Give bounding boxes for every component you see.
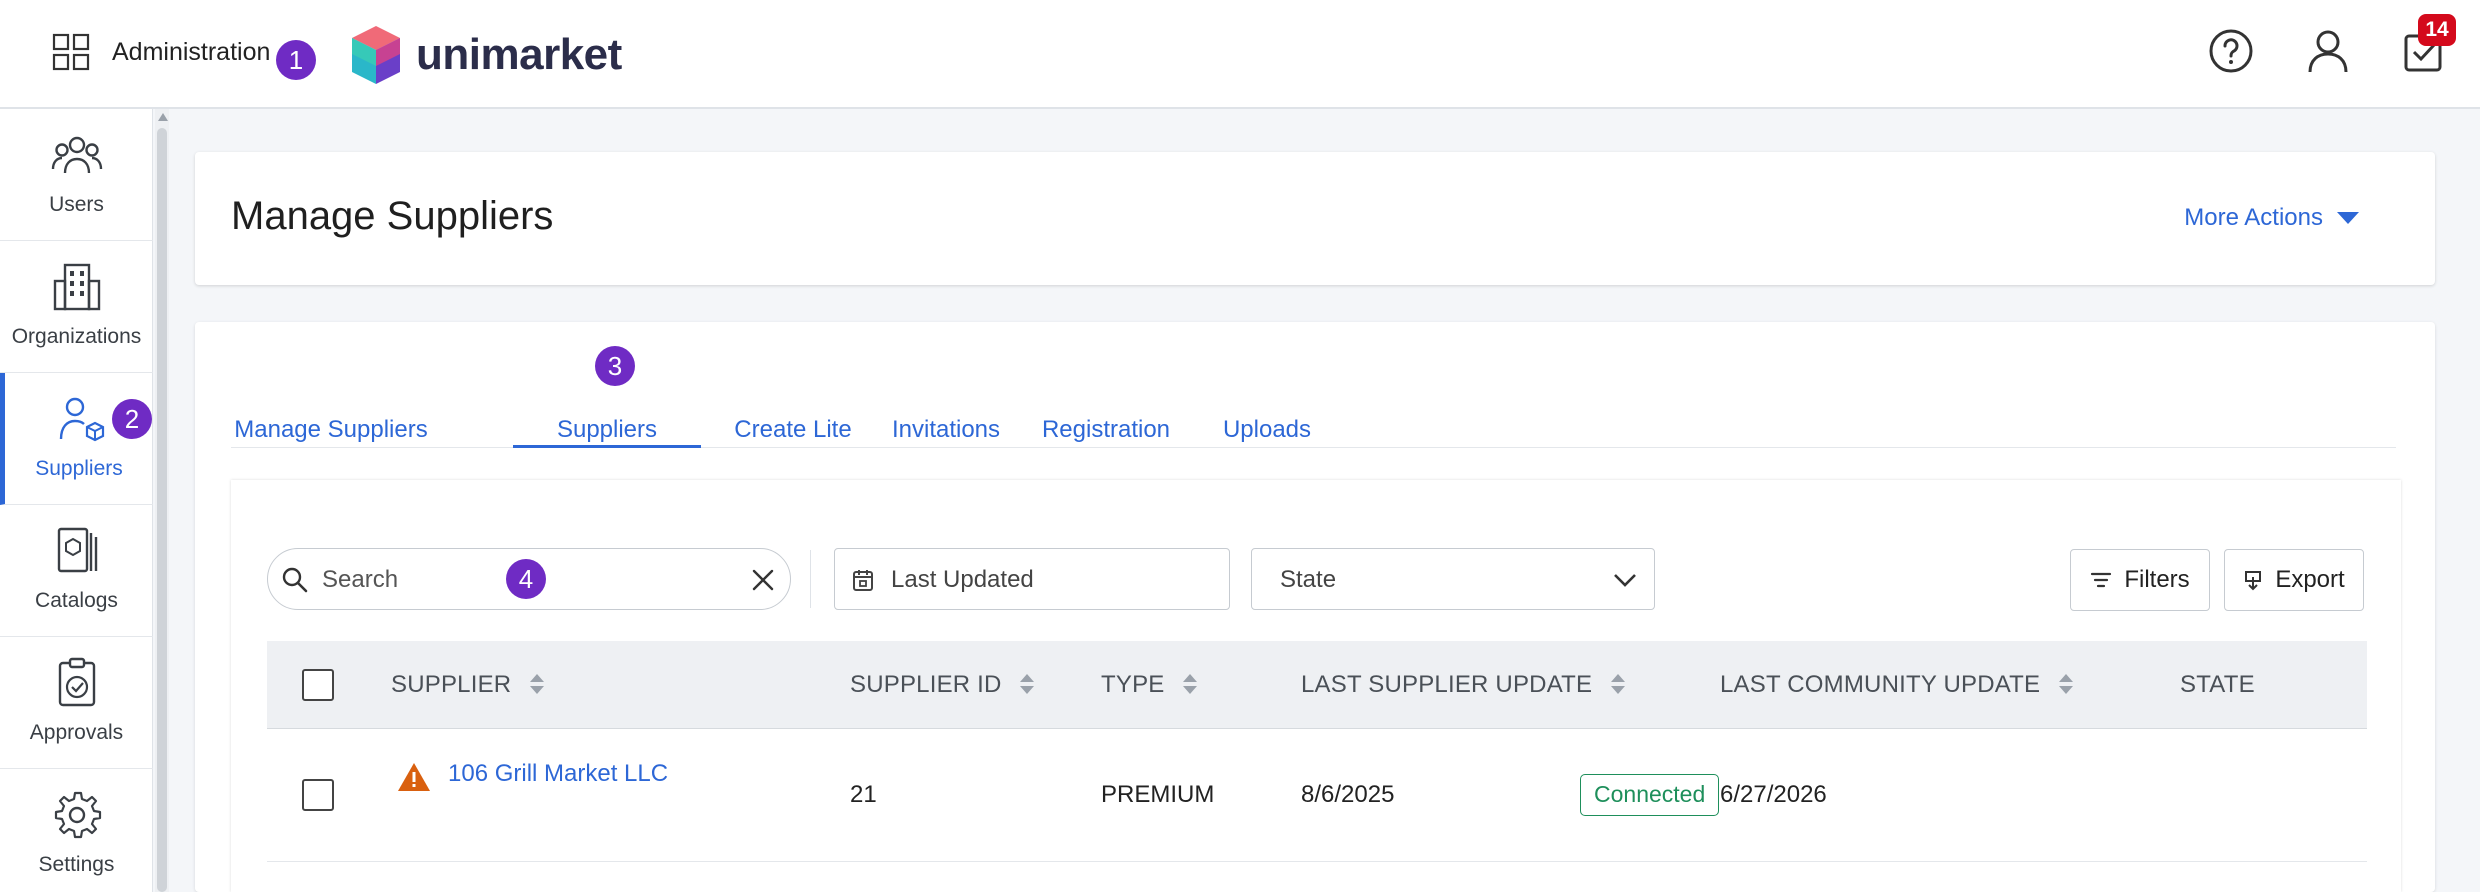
- caret-down-icon: [2337, 212, 2359, 224]
- building-icon: [53, 263, 100, 311]
- more-actions-label: More Actions: [2184, 204, 2323, 231]
- state-select[interactable]: State: [1251, 548, 1655, 610]
- step-badge-3: 3: [595, 346, 635, 386]
- sidebar-item-label: Catalogs: [35, 589, 118, 612]
- unimarket-logo[interactable]: unimarket: [350, 24, 622, 86]
- scroll-up-arrow-icon[interactable]: [158, 113, 168, 121]
- sidebar-item-label: Users: [49, 193, 104, 216]
- type-cell: PREMIUM: [1101, 781, 1215, 808]
- step-badge-4: 4: [506, 559, 546, 599]
- gear-icon: [54, 791, 101, 839]
- sort-icon: [1611, 673, 1626, 694]
- sort-icon: [1183, 673, 1198, 694]
- export-icon: [2245, 571, 2262, 591]
- sort-icon: [530, 673, 545, 694]
- filters-button[interactable]: Filters: [2070, 549, 2210, 611]
- sidebar-item-label: Approvals: [29, 721, 124, 744]
- filters-button-label: Filters: [2124, 566, 2190, 593]
- administration-link[interactable]: Administration: [112, 38, 270, 67]
- date-filter-label: Last Updated: [891, 566, 1034, 593]
- apps-grid-icon[interactable]: [52, 33, 90, 71]
- more-actions-dropdown[interactable]: More Actions: [2184, 204, 2359, 232]
- tab-invitations[interactable]: Invitations: [886, 382, 1006, 448]
- sidebar: Users Organizations Suppliers Catalogs A…: [0, 109, 153, 892]
- column-header-label: SUPPLIER ID: [850, 671, 1002, 698]
- column-header-label: LAST SUPPLIER UPDATE: [1301, 671, 1593, 698]
- catalog-icon: [57, 527, 97, 573]
- sidebar-item-organizations[interactable]: Organizations: [0, 241, 153, 373]
- divider: [810, 550, 811, 608]
- state-select-label: State: [1280, 566, 1337, 593]
- step-badge-2: 2: [112, 399, 152, 439]
- sort-icon: [1020, 673, 1035, 694]
- supplier-name-link[interactable]: 106 Grill Market LLC: [448, 760, 668, 788]
- sidebar-item-catalogs[interactable]: Catalogs: [0, 505, 153, 637]
- tab-suppliers[interactable]: Suppliers: [513, 382, 701, 448]
- export-button-label: Export: [2275, 566, 2345, 593]
- last-supplier-update-cell: 8/6/2025: [1301, 781, 1395, 808]
- tab-create-lite[interactable]: Create Lite: [733, 382, 853, 448]
- export-button[interactable]: Export: [2224, 549, 2364, 611]
- sidebar-item-settings[interactable]: Settings: [0, 769, 153, 892]
- scrollbar-thumb[interactable]: [157, 128, 167, 892]
- help-icon[interactable]: [2206, 26, 2256, 76]
- column-header-label: SUPPLIER: [391, 671, 512, 698]
- logo-text: unimarket: [416, 30, 622, 79]
- tab-uploads[interactable]: Uploads: [1217, 382, 1317, 448]
- supplier-id-cell: 21: [850, 781, 877, 808]
- step-badge-1: 1: [276, 40, 316, 80]
- page-header-card: Manage Suppliers More Actions: [195, 152, 2435, 285]
- unimarket-logo-icon: [352, 26, 400, 84]
- table-row: 106 Grill Market LLC 21 PREMIUM 8/6/2025…: [267, 729, 2367, 862]
- column-header-last-community-update[interactable]: LAST COMMUNITY UPDATE: [1720, 641, 2075, 729]
- approval-icon: [58, 657, 95, 707]
- tab-bar: Manage Suppliers Suppliers Create Lite I…: [231, 382, 2396, 448]
- suppliers-table-panel: 4 Last Updated State Filters: [231, 480, 2401, 892]
- sidebar-item-label: Settings: [38, 853, 115, 876]
- tab-registration[interactable]: Registration: [1031, 382, 1181, 448]
- status-badge: Connected: [1580, 774, 1720, 816]
- column-header-last-supplier-update[interactable]: LAST SUPPLIER UPDATE: [1301, 641, 1627, 729]
- sidebar-item-label: Suppliers: [35, 457, 123, 480]
- close-icon[interactable]: [750, 567, 776, 593]
- last-updated-date-filter[interactable]: Last Updated: [834, 548, 1230, 610]
- sort-icon: [2059, 673, 2074, 694]
- column-header-supplier[interactable]: SUPPLIER: [391, 641, 546, 729]
- table-header: SUPPLIER SUPPLIER ID TYPE LAST SUPPLIER …: [267, 641, 2367, 729]
- warning-icon: [398, 763, 430, 791]
- sidebar-item-approvals[interactable]: Approvals: [0, 637, 153, 769]
- search-icon: [282, 567, 308, 593]
- notification-count-badge: 14: [2418, 14, 2456, 46]
- top-bar: Administration 1 unimarket 14: [0, 0, 2480, 109]
- column-header-label: STATE: [2180, 671, 2255, 698]
- select-all-checkbox[interactable]: [302, 669, 334, 701]
- row-select-checkbox[interactable]: [302, 779, 334, 811]
- filter-lines-icon: [2091, 572, 2112, 588]
- main-card: 3 Manage Suppliers Suppliers Create Lite…: [195, 322, 2435, 892]
- column-header-state: STATE: [2180, 641, 2255, 729]
- page-title: Manage Suppliers: [231, 194, 554, 238]
- column-header-type[interactable]: TYPE: [1101, 641, 1199, 729]
- sidebar-item-label: Organizations: [11, 325, 142, 348]
- last-community-update-cell: 6/27/2026: [1720, 781, 1827, 808]
- column-header-supplier-id[interactable]: SUPPLIER ID: [850, 641, 1036, 729]
- supplier-icon: [59, 397, 105, 442]
- sidebar-item-suppliers[interactable]: Suppliers: [0, 373, 153, 505]
- sidebar-item-users[interactable]: Users: [0, 109, 153, 241]
- column-header-label: TYPE: [1101, 671, 1165, 698]
- tab-manage-suppliers[interactable]: Manage Suppliers: [231, 382, 431, 448]
- column-header-label: LAST COMMUNITY UPDATE: [1720, 671, 2041, 698]
- users-icon: [51, 136, 102, 174]
- calendar-icon: [853, 570, 873, 591]
- chevron-down-icon: [1614, 574, 1636, 587]
- user-profile-icon[interactable]: [2303, 26, 2353, 76]
